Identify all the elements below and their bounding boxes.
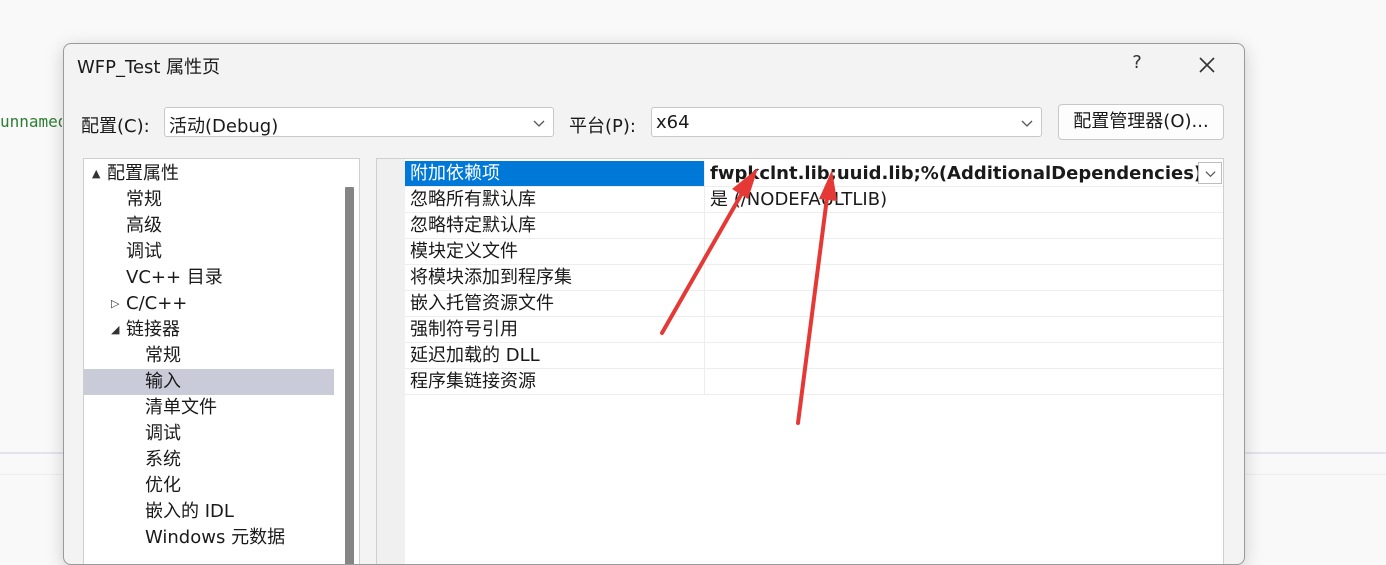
property-name: 程序集链接资源 bbox=[405, 369, 705, 394]
tree-item-system[interactable]: 系统 bbox=[84, 447, 334, 473]
property-row-ignore-all-default-libraries[interactable]: 忽略所有默认库 是 (/NODEFAULTLIB) bbox=[405, 187, 1223, 213]
tree-item-label: VC++ 目录 bbox=[126, 267, 223, 288]
tree-item-label: 链接器 bbox=[126, 319, 180, 340]
property-row-embed-managed-resource-file[interactable]: 嵌入托管资源文件 bbox=[405, 291, 1223, 317]
property-name: 忽略特定默认库 bbox=[405, 213, 705, 238]
tree-item-debugging[interactable]: 调试 bbox=[84, 239, 334, 265]
property-name: 附加依赖项 bbox=[405, 161, 705, 186]
tree-item-label: 常规 bbox=[126, 189, 162, 210]
tree-item-linker-debugging[interactable]: 调试 bbox=[84, 421, 334, 447]
dialog-title: WFP_Test 属性页 bbox=[77, 57, 221, 78]
collapse-arrow-icon[interactable]: ▲ bbox=[92, 161, 100, 187]
property-grid: 附加依赖项 fwpkclnt.lib;uuid.lib;%(Additional… bbox=[376, 158, 1224, 564]
chevron-down-icon bbox=[1204, 170, 1216, 177]
tree-item-windows-metadata[interactable]: Windows 元数据 bbox=[84, 525, 334, 551]
tree-item-general[interactable]: 常规 bbox=[84, 187, 334, 213]
tree-item-linker-general[interactable]: 常规 bbox=[84, 343, 334, 369]
tree-item-label: 系统 bbox=[145, 449, 181, 470]
platform-value: x64 bbox=[656, 112, 690, 133]
tree-item-label: 输入 bbox=[145, 371, 181, 392]
tree-item-vc-directories[interactable]: VC++ 目录 bbox=[84, 265, 334, 291]
tree-item-label: 调试 bbox=[145, 423, 181, 444]
tree-item-linker-input[interactable]: 输入 bbox=[84, 369, 334, 395]
tree-item-label: 调试 bbox=[126, 241, 162, 262]
property-name: 强制符号引用 bbox=[405, 317, 705, 342]
property-row-ignore-specific-default-libraries[interactable]: 忽略特定默认库 bbox=[405, 213, 1223, 239]
property-row-force-symbol-references[interactable]: 强制符号引用 bbox=[405, 317, 1223, 343]
tree-item-label: 嵌入的 IDL bbox=[145, 501, 234, 522]
property-name: 忽略所有默认库 bbox=[405, 187, 705, 212]
property-row-module-definition-file[interactable]: 模块定义文件 bbox=[405, 239, 1223, 265]
tree-item-label: 常规 bbox=[145, 345, 181, 366]
property-name: 嵌入托管资源文件 bbox=[405, 291, 705, 316]
grid-gutter bbox=[377, 159, 405, 564]
tree-item-optimization[interactable]: 优化 bbox=[84, 473, 334, 499]
chevron-down-icon bbox=[1021, 120, 1033, 127]
config-value: 活动(Debug) bbox=[169, 116, 279, 137]
collapse-arrow-icon[interactable]: ◢ bbox=[111, 317, 119, 343]
tree-item-label: 高级 bbox=[126, 215, 162, 236]
tree-item-manifest-file[interactable]: 清单文件 bbox=[84, 395, 334, 421]
tree-item-label: 清单文件 bbox=[145, 397, 217, 418]
property-value[interactable]: 是 (/NODEFAULTLIB) bbox=[710, 187, 887, 212]
platform-combo[interactable]: x64 bbox=[651, 107, 1042, 137]
tree-item-label: Windows 元数据 bbox=[145, 527, 286, 548]
configuration-manager-button[interactable]: 配置管理器(O)... bbox=[1058, 104, 1224, 140]
property-row-additional-dependencies[interactable]: 附加依赖项 fwpkclnt.lib;uuid.lib;%(Additional… bbox=[405, 161, 1223, 187]
property-name: 延迟加载的 DLL bbox=[405, 343, 705, 368]
tree-item-advanced[interactable]: 高级 bbox=[84, 213, 334, 239]
background-code-fragment: unnamed bbox=[0, 112, 62, 131]
help-button[interactable]: ? bbox=[1122, 48, 1152, 78]
property-pages-dialog: WFP_Test 属性页 ? 配置(C): 活动(Debug) 平台(P): x… bbox=[63, 43, 1245, 565]
property-row-add-module-to-assembly[interactable]: 将模块添加到程序集 bbox=[405, 265, 1223, 291]
expand-arrow-icon[interactable]: ▷ bbox=[111, 291, 119, 317]
tree-item-cpp[interactable]: ▷ C/C++ bbox=[84, 291, 334, 317]
property-value[interactable]: fwpkclnt.lib;uuid.lib;%(AdditionalDepend… bbox=[710, 161, 1202, 186]
config-combo[interactable]: 活动(Debug) bbox=[164, 107, 554, 137]
value-dropdown-button[interactable] bbox=[1198, 162, 1222, 184]
property-name: 模块定义文件 bbox=[405, 239, 705, 264]
close-icon bbox=[1199, 57, 1215, 73]
tree-scrollbar[interactable] bbox=[341, 159, 359, 564]
chevron-down-icon bbox=[533, 120, 545, 127]
property-name: 将模块添加到程序集 bbox=[405, 265, 705, 290]
tree-item-label: 配置属性 bbox=[107, 163, 179, 184]
tree-item-label: 优化 bbox=[145, 475, 181, 496]
tree-item-label: C/C++ bbox=[126, 293, 188, 314]
platform-label: 平台(P): bbox=[569, 116, 636, 137]
tree-scrollbar-thumb[interactable] bbox=[345, 187, 354, 564]
tree-item-linker[interactable]: ◢ 链接器 bbox=[84, 317, 334, 343]
tree-item-config-properties[interactable]: ▲ 配置属性 bbox=[84, 161, 334, 187]
property-row-assembly-link-resource[interactable]: 程序集链接资源 bbox=[405, 369, 1223, 395]
config-label: 配置(C): bbox=[81, 116, 150, 137]
tree-item-embedded-idl[interactable]: 嵌入的 IDL bbox=[84, 499, 334, 525]
close-button[interactable] bbox=[1190, 48, 1224, 82]
property-row-delay-loaded-dlls[interactable]: 延迟加载的 DLL bbox=[405, 343, 1223, 369]
property-tree: ▲ 配置属性 常规 高级 调试 VC++ 目录 ▷ C/C++ ◢ 链接器 常规… bbox=[83, 158, 360, 564]
